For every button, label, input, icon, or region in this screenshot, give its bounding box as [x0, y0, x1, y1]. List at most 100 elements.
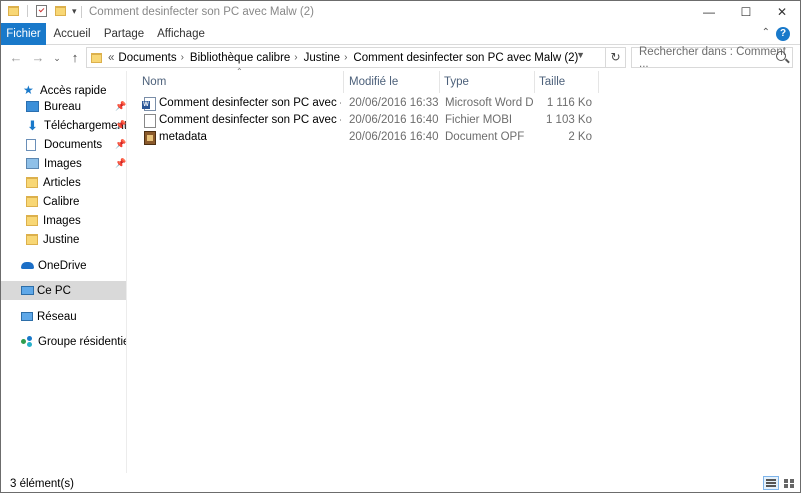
title-divider	[81, 6, 82, 18]
details-view-button[interactable]	[763, 476, 779, 490]
sidebar-item-documents[interactable]: Documents 📌	[1, 135, 126, 154]
breadcrumb-overflow[interactable]: «	[108, 52, 114, 64]
search-icon[interactable]	[776, 51, 786, 61]
large-icons-view-button[interactable]	[781, 476, 797, 490]
sidebar-item-groupe-residentiel[interactable]: Groupe résidentiel	[1, 332, 126, 351]
recent-locations-button[interactable]: ⌄	[49, 50, 65, 66]
file-type: Microsoft Word D...	[445, 97, 533, 109]
search-placeholder: Rechercher dans : Comment ...	[639, 45, 787, 70]
column-divider[interactable]	[439, 71, 440, 93]
file-name[interactable]: Comment desinfecter son PC avec - Justi.…	[159, 97, 341, 109]
file-name[interactable]: Comment desinfecter son PC avec - Justi.…	[159, 114, 341, 126]
folder-icon	[26, 196, 38, 207]
column-divider[interactable]	[343, 71, 344, 93]
file-size: 1 103 Ko	[545, 114, 592, 126]
new-folder-icon[interactable]	[55, 6, 66, 16]
desktop-icon	[26, 101, 39, 112]
sidebar-item-label: Documents	[44, 138, 103, 151]
sidebar-item-reseau[interactable]: Réseau	[1, 307, 126, 326]
navigation-pane: ★ Accès rapide Bureau 📌 ⬇ Téléchargement…	[1, 71, 127, 473]
tab-affichage[interactable]: Affichage	[156, 23, 206, 45]
breadcrumb-justine[interactable]: Justine	[304, 52, 340, 64]
file-list: ⌃ Nom Modifié le Type Taille W Comment d…	[128, 67, 800, 473]
file-type: Fichier MOBI	[445, 114, 513, 126]
sidebar-item-label: Groupe résidentiel	[38, 335, 126, 348]
breadcrumb-current-folder[interactable]: Comment desinfecter son PC avec Malw (2)	[353, 52, 578, 64]
tab-accueil[interactable]: Accueil	[51, 23, 93, 45]
breadcrumb-documents[interactable]: Documents	[118, 52, 176, 64]
pin-icon[interactable]: 📌	[115, 139, 126, 150]
sidebar-item-label: Bureau	[44, 100, 82, 113]
sidebar-item-label: Accès rapide	[40, 84, 107, 97]
breadcrumb-separator[interactable]: ›	[344, 52, 347, 63]
computer-icon	[21, 286, 34, 295]
cloud-icon	[21, 262, 34, 269]
window-title: Comment desinfecter son PC avec Malw (2)	[89, 6, 314, 18]
sidebar-item-images-folder[interactable]: Images	[1, 211, 126, 230]
column-header-type[interactable]: Type	[444, 71, 534, 93]
opf-file-icon	[144, 131, 156, 145]
file-name[interactable]: metadata	[159, 131, 341, 143]
file-type: Document OPF	[445, 131, 525, 143]
homegroup-icon	[21, 336, 33, 347]
sidebar-item-label: OneDrive	[38, 259, 87, 272]
sidebar-item-calibre[interactable]: Calibre	[1, 192, 126, 211]
pin-icon[interactable]: 📌	[115, 158, 126, 169]
help-icon[interactable]: ?	[776, 27, 790, 41]
sidebar-item-label: Calibre	[43, 195, 80, 208]
toolbar-divider	[27, 5, 28, 17]
search-input[interactable]: Rechercher dans : Comment ...	[631, 45, 793, 70]
sidebar-item-label: Images	[44, 157, 82, 170]
minimize-button[interactable]: —	[691, 1, 727, 23]
sidebar-item-justine[interactable]: Justine	[1, 230, 126, 249]
breadcrumb-separator[interactable]: ›	[294, 52, 297, 63]
properties-icon[interactable]	[36, 5, 47, 17]
collapse-ribbon-icon[interactable]: ⌃	[762, 27, 770, 38]
pictures-icon	[26, 158, 39, 169]
sidebar-item-bureau[interactable]: Bureau 📌	[1, 97, 126, 116]
title-bar: ▾ Comment desinfecter son PC avec Malw (…	[1, 1, 800, 23]
item-count: 3 élément(s)	[10, 478, 74, 490]
refresh-button[interactable]: ↻	[606, 47, 626, 68]
sidebar-item-onedrive[interactable]: OneDrive	[1, 256, 126, 275]
breadcrumb-bibliotheque-calibre[interactable]: Bibliothèque calibre	[190, 52, 290, 64]
network-icon	[21, 312, 33, 321]
sidebar-item-label: Réseau	[37, 310, 77, 323]
address-bar[interactable]: « Documents › Bibliothèque calibre › Jus…	[86, 47, 606, 68]
folder-icon	[8, 6, 19, 16]
file-row[interactable]: Comment desinfecter son PC avec - Justi.…	[140, 113, 600, 130]
column-header-modified[interactable]: Modifié le	[349, 71, 439, 93]
file-row[interactable]: W Comment desinfecter son PC avec - Just…	[140, 96, 600, 113]
pin-icon[interactable]: 📌	[115, 101, 126, 112]
column-header-name[interactable]: Nom	[142, 71, 342, 93]
file-size: 1 116 Ko	[546, 97, 592, 109]
up-button[interactable]: ↑	[67, 50, 83, 66]
folder-icon	[91, 52, 102, 63]
sidebar-item-images[interactable]: Images 📌	[1, 154, 126, 173]
column-divider[interactable]	[534, 71, 535, 93]
status-bar: 3 élément(s)	[1, 473, 800, 493]
address-dropdown-icon[interactable]: ▼	[576, 50, 585, 60]
quick-access-toolbar: ▾	[8, 5, 77, 17]
ribbon-tabs: Fichier Accueil Partage Affichage ⌃ ?	[1, 23, 800, 45]
breadcrumb-separator[interactable]: ›	[181, 52, 184, 63]
folder-icon	[26, 177, 38, 188]
close-button[interactable]: ✕	[764, 1, 800, 23]
documents-icon	[26, 138, 36, 151]
tab-partage[interactable]: Partage	[103, 23, 145, 45]
sidebar-item-ce-pc[interactable]: Ce PC	[1, 281, 126, 300]
mobi-file-icon	[144, 114, 156, 128]
maximize-button[interactable]: ☐	[728, 1, 764, 23]
customize-toolbar-icon[interactable]: ▾	[72, 6, 77, 17]
forward-button[interactable]: →	[30, 50, 46, 66]
file-modified: 20/06/2016 16:40	[349, 131, 439, 143]
pin-icon[interactable]: 📌	[115, 120, 126, 131]
tab-fichier[interactable]: Fichier	[1, 23, 46, 45]
column-divider[interactable]	[598, 71, 599, 93]
sidebar-item-label: Téléchargements	[44, 119, 126, 132]
back-button[interactable]: ←	[8, 50, 24, 66]
column-header-size[interactable]: Taille	[539, 71, 599, 93]
sidebar-item-articles[interactable]: Articles	[1, 173, 126, 192]
file-row[interactable]: metadata 20/06/2016 16:40 Document OPF 2…	[140, 130, 600, 147]
sidebar-item-telechargements[interactable]: ⬇ Téléchargements 📌	[1, 116, 126, 135]
